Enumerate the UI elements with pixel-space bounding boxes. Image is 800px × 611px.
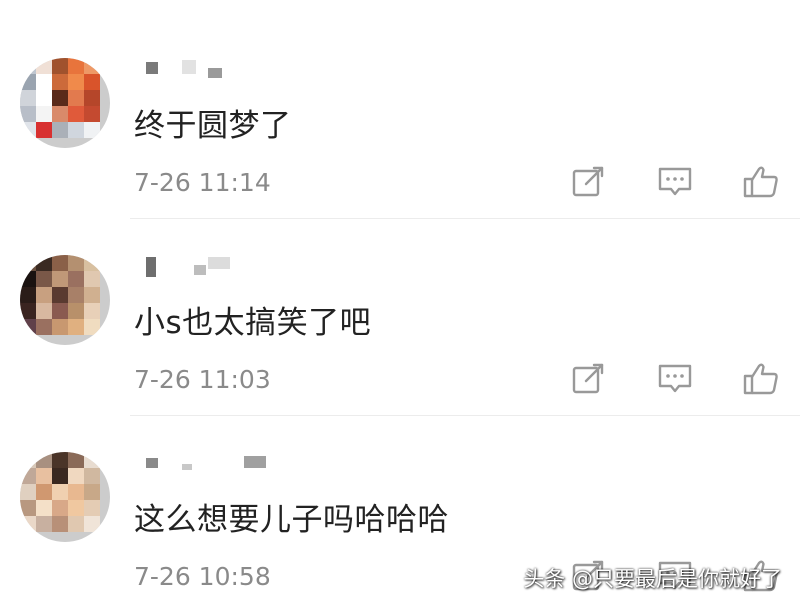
comment-text: 小s也太搞笑了吧 (134, 305, 372, 341)
comment-text: 终于圆梦了 (134, 108, 292, 144)
avatar[interactable] (20, 452, 110, 542)
comment-bubble-icon (658, 167, 692, 196)
like-button[interactable] (742, 361, 780, 397)
avatar[interactable] (20, 255, 110, 345)
reply-button[interactable] (656, 164, 694, 200)
share-edit-icon (572, 363, 604, 394)
comment-timestamp: 7-26 11:03 (134, 365, 271, 394)
thumbs-up-icon (743, 166, 778, 198)
comment-item: 终于圆梦了 7-26 11:14 (0, 0, 800, 219)
share-button[interactable] (570, 164, 608, 200)
reply-button[interactable] (656, 361, 694, 397)
username-mosaic[interactable] (146, 60, 256, 78)
avatar[interactable] (20, 58, 110, 148)
watermark: 头条 @只要最后是你就好了 (523, 567, 782, 591)
like-button[interactable] (742, 164, 780, 200)
comment-timestamp: 7-26 11:14 (134, 168, 271, 197)
comment-timestamp: 7-26 10:58 (134, 562, 271, 591)
thumbs-up-icon (743, 363, 778, 395)
comment-bubble-icon (658, 364, 692, 393)
comment-item: 小s也太搞笑了吧 7-26 11:03 (0, 197, 800, 416)
share-button[interactable] (570, 361, 608, 397)
share-edit-icon (572, 166, 604, 197)
username-mosaic[interactable] (146, 454, 266, 470)
comment-text: 这么想要儿子吗哈哈哈 (134, 502, 449, 538)
username-mosaic[interactable] (146, 257, 256, 277)
